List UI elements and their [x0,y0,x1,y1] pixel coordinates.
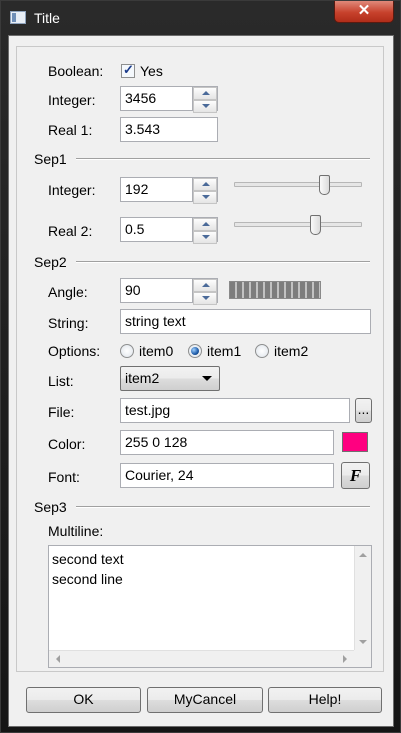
real1-input[interactable]: 3.543 [120,117,218,142]
angle-dial[interactable] [229,281,321,299]
integer2-spinner[interactable] [193,177,218,204]
scroll-up-icon[interactable] [359,553,367,557]
real2-slider-thumb[interactable] [310,215,321,235]
sep1-label: Sep1 [34,151,67,167]
integer2-slider-track[interactable] [234,182,362,187]
multiline-textarea[interactable]: second text second line [48,545,372,668]
color-swatch-button[interactable] [342,432,368,452]
font-input[interactable]: Courier, 24 [120,463,334,488]
sep2-line [76,261,370,263]
dialog-window: Title ✕ Boolean: Yes Integer: 3456 Real … [0,0,401,733]
font-label: Font: [48,469,80,485]
scrollbar-corner [354,650,371,667]
ok-button[interactable]: OK [26,687,141,713]
help-button[interactable]: Help! [268,687,382,713]
color-input[interactable]: 255 0 128 [120,430,334,455]
integer-spinner[interactable] [193,86,218,113]
integer-label: Integer: [48,92,96,108]
scroll-right-icon[interactable] [343,655,347,663]
spin-down-icon[interactable] [193,231,217,244]
integer2-input[interactable]: 192 [120,177,193,202]
integer2-label: Integer: [48,182,96,198]
option-label-item1[interactable]: item1 [207,343,241,359]
sep3-line [76,506,370,508]
spin-down-icon[interactable] [193,100,217,113]
option-label-item0[interactable]: item0 [139,343,173,359]
angle-input[interactable]: 90 [120,278,193,303]
real2-slider-track[interactable] [234,222,362,227]
file-browse-button[interactable]: ... [355,398,372,423]
spin-down-icon[interactable] [193,191,217,204]
window-app-icon [10,11,26,24]
chevron-down-icon [202,376,212,381]
angle-spinner[interactable] [193,278,218,305]
options-label: Options: [48,343,101,359]
real2-label: Real 2: [48,223,93,239]
real1-label: Real 1: [48,122,93,138]
file-label: File: [48,404,75,420]
option-radio-item1[interactable] [188,344,202,358]
color-label: Color: [48,436,86,452]
spin-up-icon[interactable] [193,279,217,292]
option-radio-item0[interactable] [120,344,134,358]
scroll-left-icon[interactable] [56,655,60,663]
string-label: String: [48,315,89,331]
file-input[interactable]: test.jpg [120,398,350,423]
list-label: List: [48,373,74,389]
integer-input[interactable]: 3456 [120,86,193,111]
vertical-scrollbar[interactable] [354,546,371,650]
scroll-down-icon[interactable] [359,640,367,644]
integer2-slider-thumb[interactable] [319,175,330,195]
cancel-button[interactable]: MyCancel [147,687,263,713]
close-button[interactable]: ✕ [334,1,394,23]
close-icon: ✕ [357,2,371,19]
dialog-client-area: Boolean: Yes Integer: 3456 Real 1: 3.543… [8,35,394,727]
multiline-text-line: second line [52,571,123,587]
string-input[interactable]: string text [120,309,371,334]
option-label-item2[interactable]: item2 [274,343,308,359]
spin-up-icon[interactable] [193,178,217,191]
real2-spinner[interactable] [193,217,218,244]
boolean-check-label[interactable]: Yes [140,63,163,79]
list-selected-value: item2 [125,370,160,386]
boolean-label: Boolean: [48,63,104,79]
sep3-label: Sep3 [34,499,67,515]
spin-down-icon[interactable] [193,292,217,305]
window-title: Title [34,10,60,26]
title-bar[interactable]: Title ✕ [1,1,400,35]
list-combobox[interactable]: item2 [120,366,220,391]
spin-up-icon[interactable] [193,218,217,231]
sep2-label: Sep2 [34,254,67,270]
real2-input[interactable]: 0.5 [120,217,193,242]
multiline-label: Multiline: [48,523,104,539]
boolean-checkbox[interactable] [121,62,135,78]
spin-up-icon[interactable] [193,87,217,100]
multiline-text-line: second text [52,551,124,567]
option-radio-item2[interactable] [255,344,269,358]
sep1-line [76,158,370,160]
font-picker-button[interactable]: F [341,462,370,489]
angle-label: Angle: [48,284,88,300]
horizontal-scrollbar[interactable] [49,650,354,667]
